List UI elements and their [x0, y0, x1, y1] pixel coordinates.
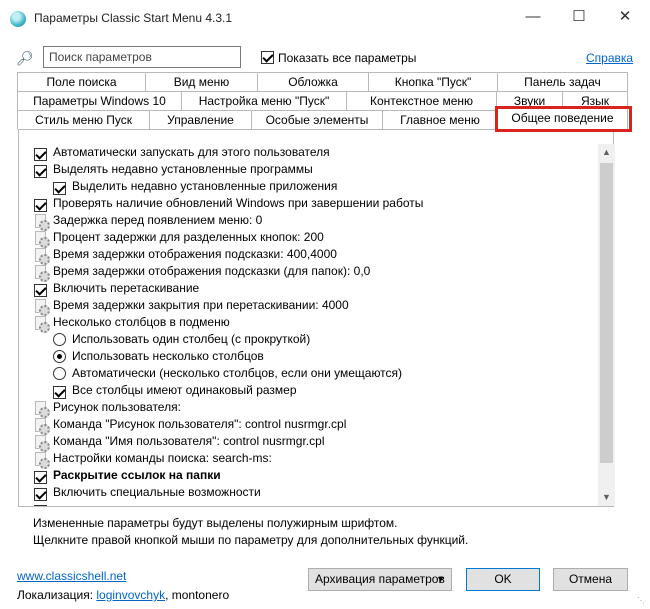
localizer-link[interactable]: loginvovchyk [96, 588, 165, 602]
minimize-button[interactable]: — [510, 0, 556, 34]
app-shell-icon [10, 11, 26, 27]
backup-settings-button[interactable]: Архивация параметров ▼ [308, 568, 452, 591]
help-link[interactable]: Справка [586, 51, 633, 65]
setting-label: Раскрытие ссылок на папки [53, 468, 221, 482]
setting-row[interactable]: Автоматически запускать для этого пользо… [29, 144, 599, 162]
setting-row[interactable]: Использовать несколько столбцов [29, 348, 599, 365]
hint-right-click: Щелкните правой кнопкой мыши по параметр… [33, 533, 469, 547]
setting-label: Время задержки закрытия при перетаскиван… [53, 298, 349, 312]
tab-special-items[interactable]: Особые элементы [251, 110, 383, 129]
setting-label: Время задержки отображения подсказки: 40… [53, 247, 337, 261]
setting-label: Все столбцы имеют одинаковый размер [72, 383, 297, 397]
setting-row[interactable]: Время задержки отображения подсказки: 40… [29, 246, 599, 265]
show-all-label: Показать все параметры [278, 50, 417, 65]
setting-label: Процент задержки для разделенных кнопок:… [53, 230, 324, 244]
setting-label: Использовать один столбец (с прокруткой) [72, 332, 311, 346]
close-button[interactable]: ✕ [602, 0, 648, 34]
setting-row[interactable]: Процент задержки для разделенных кнопок:… [29, 229, 599, 248]
setting-label: Использовать несколько столбцов [72, 349, 264, 363]
scroll-thumb[interactable] [600, 163, 613, 463]
setting-row[interactable]: Проверять наличие обновлений Windows при… [29, 195, 599, 213]
setting-label: Включить перетаскивание [53, 281, 200, 295]
setting-row[interactable] [29, 501, 599, 506]
setting-row[interactable]: Задержка перед появлением меню: 0 [29, 212, 599, 231]
tab-customize-start-menu[interactable]: Настройка меню "Пуск" [181, 91, 347, 110]
setting-row[interactable]: Включить специальные возможности [29, 484, 599, 502]
resize-grip-icon[interactable]: ⋱ [637, 596, 648, 607]
localization-label: Локализация: [17, 588, 94, 602]
setting-row[interactable]: Команда "Имя пользователя": control nusr… [29, 433, 599, 452]
tab-search-box[interactable]: Поле поиска [17, 72, 146, 91]
setting-label: Команда "Имя пользователя": control nusr… [53, 434, 325, 448]
setting-row[interactable]: Выделять недавно установленные программы [29, 161, 599, 179]
scroll-down-arrow-icon[interactable]: ▼ [598, 489, 615, 506]
setting-row[interactable]: Рисунок пользователя: [29, 399, 599, 418]
hint-bold-changes: Измененные параметры будут выделены полу… [33, 516, 398, 530]
setting-row[interactable]: Автоматически (несколько столбцов, если … [29, 365, 599, 382]
tab-controls[interactable]: Управление [149, 110, 252, 129]
checkbox[interactable] [34, 503, 47, 506]
tab-start-menu-style[interactable]: Стиль меню Пуск [17, 110, 150, 129]
tab-main-menu[interactable]: Главное меню [382, 110, 498, 129]
tab-skin[interactable]: Обложка [257, 72, 369, 91]
setting-label: Задержка перед появлением меню: 0 [53, 213, 263, 227]
setting-row[interactable]: Время задержки отображения подсказки (дл… [29, 263, 599, 282]
title-bar: Параметры Classic Start Menu 4.3.1 — ☐ ✕ [0, 0, 650, 38]
settings-list: Автоматически запускать для этого пользо… [29, 144, 599, 506]
setting-label: Несколько столбцов в подменю [53, 315, 230, 329]
setting-label: Включить специальные возможности [53, 485, 261, 499]
search-input[interactable] [43, 46, 241, 68]
setting-row[interactable]: Время задержки закрытия при перетаскиван… [29, 297, 599, 316]
setting-label: Настройки команды поиска: search-ms: [53, 451, 272, 465]
localizer-rest: , montonero [165, 588, 230, 602]
setting-label: Выделить недавно установленные приложени… [72, 179, 338, 193]
ok-button[interactable]: OK [466, 568, 540, 591]
setting-row[interactable]: Настройки команды поиска: search-ms: [29, 450, 599, 469]
setting-row[interactable]: Команда "Рисунок пользователя": control … [29, 416, 599, 435]
setting-label: Автоматически (несколько столбцов, если … [72, 366, 403, 380]
setting-row[interactable]: Выделить недавно установленные приложени… [29, 178, 599, 196]
tab-context-menu[interactable]: Контекстное меню [346, 91, 497, 110]
localization-credits: Локализация: loginvovchyk, montonero [17, 588, 229, 602]
setting-label: Автоматически запускать для этого пользо… [53, 145, 330, 159]
website-link[interactable]: www.classicshell.net [17, 569, 126, 583]
setting-row[interactable]: Несколько столбцов в подменю [29, 314, 599, 333]
search-icon: 🔎︎ [16, 50, 34, 66]
cancel-button[interactable]: Отмена [553, 568, 628, 591]
setting-label: Рисунок пользователя: [53, 400, 181, 414]
tab-start-button[interactable]: Кнопка "Пуск" [368, 72, 498, 91]
setting-row[interactable]: Включить перетаскивание [29, 280, 599, 298]
maximize-button[interactable]: ☐ [556, 0, 602, 34]
backup-settings-label: Архивация параметров [315, 572, 445, 586]
tab-menu-look[interactable]: Вид меню [145, 72, 258, 91]
search-row: 🔎︎ Показать все параметры Справка [0, 44, 650, 70]
setting-label: Проверять наличие обновлений Windows при… [53, 196, 424, 210]
settings-scrollbar[interactable]: ▲ ▼ [598, 144, 615, 506]
scroll-up-arrow-icon[interactable]: ▲ [598, 144, 615, 161]
tab-windows10-settings[interactable]: Параметры Windows 10 [17, 91, 182, 110]
show-all-checkbox[interactable]: Показать все параметры [261, 50, 416, 65]
setting-label: Время задержки отображения подсказки (дл… [53, 264, 371, 278]
dropdown-arrow-icon: ▼ [436, 574, 445, 584]
tab-row-3: Стиль меню Пуск Управление Особые элемен… [17, 108, 628, 129]
show-all-check[interactable] [261, 51, 274, 65]
window-title: Параметры Classic Start Menu 4.3.1 [34, 11, 233, 25]
setting-row[interactable]: Раскрытие ссылок на папки [29, 467, 599, 485]
setting-row[interactable]: Использовать один столбец (с прокруткой) [29, 331, 599, 348]
setting-row[interactable]: Все столбцы имеют одинаковый размер [29, 382, 599, 400]
tab-taskbar[interactable]: Панель задач [497, 72, 628, 91]
tab-general-behavior[interactable]: Общее поведение [497, 108, 628, 129]
setting-label: Команда "Рисунок пользователя": control … [53, 417, 347, 431]
setting-label: Выделять недавно установленные программы [53, 162, 313, 176]
tab-row-1: Поле поиска Вид меню Обложка Кнопка "Пус… [17, 72, 628, 91]
